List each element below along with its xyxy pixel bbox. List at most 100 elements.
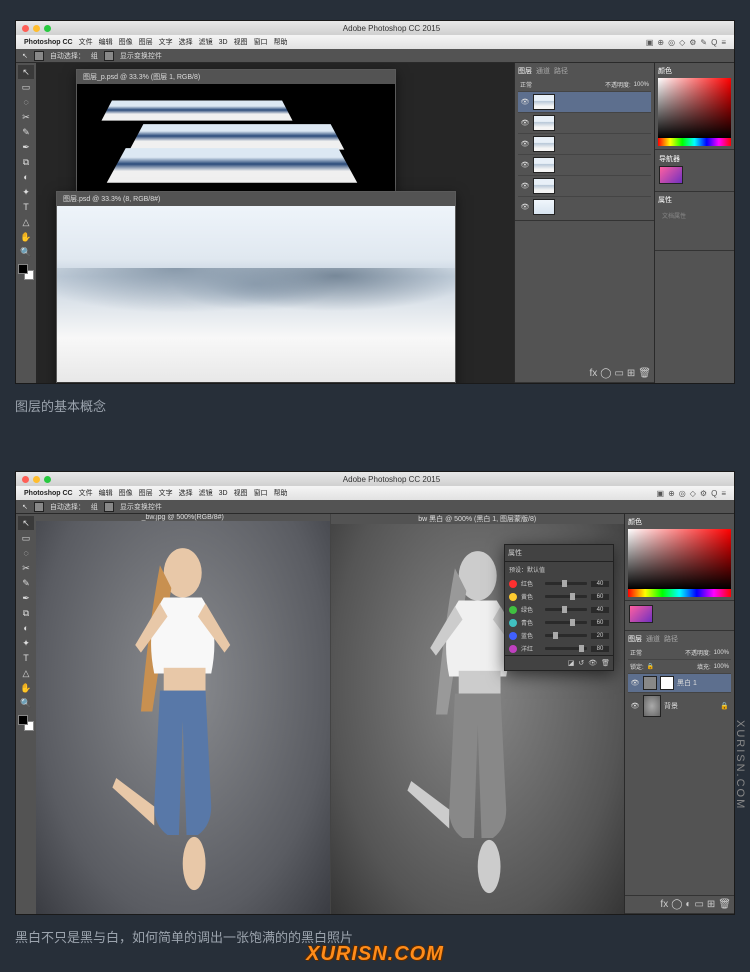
layer-row[interactable]: 👁 (518, 91, 651, 112)
slider-track[interactable] (545, 582, 587, 585)
new-layer-icon[interactable]: ⊞ (707, 899, 715, 910)
trash-icon[interactable]: 🗑 (601, 659, 610, 667)
eyedropper-tool[interactable]: ✎ (18, 125, 34, 139)
zoom-tool[interactable]: 🔍 (18, 245, 34, 259)
fg-bg-colors[interactable] (18, 264, 34, 280)
tab-layers[interactable]: 图层 (628, 634, 642, 644)
opacity-value[interactable]: 100% (714, 650, 729, 656)
minimize-icon[interactable] (33, 25, 40, 32)
visibility-icon[interactable]: 👁 (630, 679, 640, 687)
menu-layer[interactable]: 图层 (139, 488, 153, 498)
layer-row[interactable]: 👁 (518, 175, 651, 196)
crop-tool[interactable]: ✂ (18, 561, 34, 575)
document-window-b[interactable]: 图层.psd @ 33.3% (8, RGB/8#) 33.33% (56, 191, 456, 383)
menu-select[interactable]: 选择 (179, 488, 193, 498)
dodge-tool[interactable]: ✦ (18, 636, 34, 650)
close-icon[interactable] (22, 476, 29, 483)
visibility-icon[interactable]: 👁 (630, 702, 640, 710)
bw-slider-蓝色[interactable]: 蓝色20 (505, 629, 613, 642)
slider-track[interactable] (545, 621, 587, 624)
slider-track[interactable] (545, 595, 587, 598)
menu-file[interactable]: 文件 (79, 488, 93, 498)
hue-slider[interactable] (658, 138, 731, 146)
menu-window[interactable]: 窗口 (254, 488, 268, 498)
menu-edit[interactable]: 编辑 (99, 37, 113, 47)
visibility-icon[interactable]: 👁 (520, 140, 530, 148)
menu-type[interactable]: 文字 (159, 37, 173, 47)
visibility-icon[interactable]: 👁 (520, 119, 530, 127)
new-group-icon[interactable]: ▭ (614, 368, 623, 379)
tab-nav[interactable]: 导航器 (659, 154, 680, 164)
checkbox[interactable] (34, 51, 44, 61)
checkbox[interactable] (34, 502, 44, 512)
minimize-icon[interactable] (33, 476, 40, 483)
bw-slider-洋红[interactable]: 洋红80 (505, 642, 613, 655)
slider-value[interactable]: 80 (591, 646, 609, 652)
clip-icon[interactable]: ◪ (568, 659, 575, 667)
slider-track[interactable] (545, 608, 587, 611)
menu-help[interactable]: 帮助 (274, 37, 288, 47)
menu-image[interactable]: 图像 (119, 488, 133, 498)
doc-tab-d[interactable]: bw 黑白 @ 500% (黑白 1, 图层蒙版/8) (331, 514, 625, 524)
menu-layer[interactable]: 图层 (139, 37, 153, 47)
doc-tab-c[interactable]: _bw.jpg @ 500%(RGB/8#) (36, 514, 330, 521)
opacity-value[interactable]: 100% (634, 82, 649, 88)
layer-row[interactable]: 👁 (518, 112, 651, 133)
brush-tool[interactable]: ✒ (18, 140, 34, 154)
nav-thumb[interactable] (629, 605, 653, 623)
hand-tool[interactable]: ✋ (18, 230, 34, 244)
visibility-icon[interactable]: 👁 (520, 182, 530, 190)
slider-value[interactable]: 60 (591, 594, 609, 600)
mask-icon[interactable]: ◯ (600, 368, 611, 379)
blend-mode[interactable]: 正常 (630, 648, 642, 657)
bw-slider-青色[interactable]: 青色60 (505, 616, 613, 629)
layer-row[interactable]: 👁 (518, 196, 651, 217)
lasso-tool[interactable]: ◌ (18, 546, 34, 560)
checkbox[interactable] (104, 502, 114, 512)
tab-layers[interactable]: 图层 (518, 66, 532, 76)
menu-filter[interactable]: 滤镜 (199, 37, 213, 47)
close-icon[interactable] (22, 25, 29, 32)
slider-value[interactable]: 60 (591, 620, 609, 626)
layer-row[interactable]: 👁 (518, 133, 651, 154)
checkbox[interactable] (104, 51, 114, 61)
zoom-icon[interactable] (44, 25, 51, 32)
layer-row-bw[interactable]: 👁 黑白 1 (628, 673, 731, 692)
slider-track[interactable] (545, 634, 587, 637)
tab-paths[interactable]: 路径 (554, 66, 568, 76)
new-layer-icon[interactable]: ⊞ (627, 368, 635, 379)
hand-tool[interactable]: ✋ (18, 681, 34, 695)
opt-group[interactable]: 组 (91, 502, 98, 512)
menu-window[interactable]: 窗口 (254, 37, 268, 47)
trash-icon[interactable]: 🗑 (638, 368, 651, 379)
lasso-tool[interactable]: ◌ (18, 95, 34, 109)
tab-channels[interactable]: 通道 (536, 66, 550, 76)
mask-icon[interactable]: ◯ (671, 899, 682, 910)
crop-tool[interactable]: ✂ (18, 110, 34, 124)
opt-group[interactable]: 组 (91, 51, 98, 61)
tab-color[interactable]: 颜色 (658, 66, 672, 76)
visibility-icon[interactable]: 👁 (520, 203, 530, 211)
visibility-icon[interactable]: 👁 (520, 161, 530, 169)
fx-icon[interactable]: fx (589, 368, 597, 379)
menu-3d[interactable]: 3D (219, 39, 228, 46)
brush-tool[interactable]: ✒ (18, 591, 34, 605)
slider-value[interactable]: 20 (591, 633, 609, 639)
shape-tool[interactable]: △ (18, 666, 34, 680)
color-picker[interactable] (628, 529, 731, 589)
new-group-icon[interactable]: ▭ (694, 899, 703, 910)
stamp-tool[interactable]: ⧉ (18, 606, 34, 620)
fg-bg-colors[interactable] (18, 715, 34, 731)
stamp-tool[interactable]: ⧉ (18, 155, 34, 169)
zoom-tool[interactable]: 🔍 (18, 696, 34, 710)
slider-value[interactable]: 40 (591, 581, 609, 587)
tab-props[interactable]: 属性 (658, 195, 672, 205)
layer-row-bg[interactable]: 👁 背景 🔒 (628, 692, 731, 719)
bw-slider-黄色[interactable]: 黄色60 (505, 590, 613, 603)
bw-slider-绿色[interactable]: 绿色40 (505, 603, 613, 616)
document-window-a[interactable]: 图层_p.psd @ 33.3% (图层 1, RGB/8) (76, 69, 396, 195)
tab-paths[interactable]: 路径 (664, 634, 678, 644)
move-tool[interactable]: ↖ (18, 65, 34, 79)
menu-view[interactable]: 视图 (234, 37, 248, 47)
blend-mode[interactable]: 正常 (520, 80, 532, 89)
